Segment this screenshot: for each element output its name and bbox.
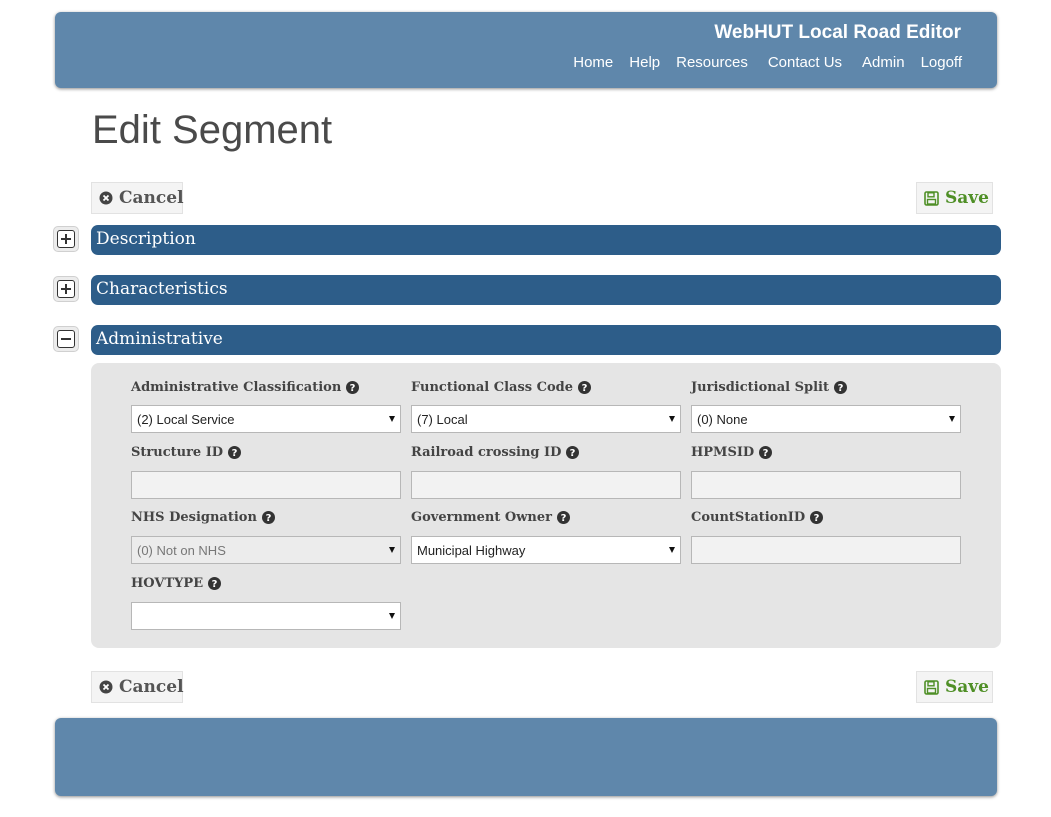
nav-admin[interactable]: Admin: [862, 54, 905, 71]
railroad-crossing-id-input[interactable]: [411, 471, 681, 499]
section-characteristics-header[interactable]: Characteristics: [91, 275, 1001, 305]
chevron-down-icon: [669, 547, 675, 553]
nhs-designation-select: (0) Not on NHS: [131, 536, 401, 564]
government-owner-label-text: Government Owner: [411, 510, 552, 525]
jurisdictional-split-label-text: Jurisdictional Split: [691, 380, 829, 395]
cancel-button-top[interactable]: Cancel: [91, 182, 184, 214]
structure-id-label: Structure ID ?: [131, 445, 242, 460]
main-nav: Home Help Resources Contact Us Admin Log…: [573, 54, 962, 71]
question-icon[interactable]: ?: [810, 511, 824, 524]
government-owner-value: Municipal Highway: [417, 542, 526, 558]
hpmsid-label: HPMSID ?: [691, 445, 773, 460]
cancel-button-bottom[interactable]: Cancel: [91, 671, 184, 703]
count-station-id-label-text: CountStationID: [691, 510, 806, 525]
jurisdictional-split-select[interactable]: (0) None: [691, 405, 961, 433]
question-icon[interactable]: ?: [566, 446, 580, 459]
jurisdictional-split-label: Jurisdictional Split ?: [691, 380, 847, 395]
save-button-top[interactable]: Save: [916, 182, 993, 214]
svg-text:?: ?: [561, 513, 567, 524]
cancel-label: Cancel: [119, 677, 184, 697]
nav-home[interactable]: Home: [573, 54, 613, 71]
expand-characteristics-toggle[interactable]: [53, 276, 79, 302]
cancel-icon: [99, 191, 113, 205]
admin-classification-value: (2) Local Service: [137, 411, 235, 427]
collapse-administrative-toggle[interactable]: [53, 326, 79, 352]
minus-icon: [57, 330, 75, 348]
hovtype-label-text: HOVTYPE: [131, 576, 204, 591]
government-owner-label: Government Owner ?: [411, 510, 570, 525]
nav-help[interactable]: Help: [629, 54, 660, 71]
functional-class-label: Functional Class Code ?: [411, 380, 592, 395]
functional-class-label-text: Functional Class Code: [411, 380, 574, 395]
chevron-down-icon: [389, 547, 395, 553]
save-label: Save: [945, 677, 989, 697]
nhs-designation-label: NHS Designation ?: [131, 510, 275, 525]
section-description-header[interactable]: Description: [91, 225, 1001, 255]
page-title: Edit Segment: [92, 108, 333, 152]
nav-resources[interactable]: Resources: [676, 54, 748, 71]
jurisdictional-split-value: (0) None: [697, 411, 748, 427]
functional-class-select[interactable]: (7) Local: [411, 405, 681, 433]
site-footer: [55, 718, 997, 796]
government-owner-select[interactable]: Municipal Highway: [411, 536, 681, 564]
chevron-down-icon: [669, 416, 675, 422]
save-label: Save: [945, 188, 989, 208]
question-icon[interactable]: ?: [759, 446, 773, 459]
plus-icon: [57, 280, 75, 298]
plus-icon: [57, 230, 75, 248]
nhs-designation-value: (0) Not on NHS: [137, 542, 226, 558]
svg-text:?: ?: [350, 383, 356, 394]
railroad-crossing-id-label: Railroad crossing ID ?: [411, 445, 580, 460]
svg-text:?: ?: [582, 383, 588, 394]
svg-text:?: ?: [838, 383, 844, 394]
structure-id-input[interactable]: [131, 471, 401, 499]
functional-class-value: (7) Local: [417, 411, 468, 427]
site-brand: WebHUT Local Road Editor: [714, 22, 961, 43]
nhs-designation-label-text: NHS Designation: [131, 510, 257, 525]
chevron-down-icon: [949, 416, 955, 422]
administrative-panel: Administrative Classification ? (2) Loca…: [91, 363, 1001, 648]
question-icon[interactable]: ?: [578, 381, 592, 394]
expand-description-toggle[interactable]: [53, 226, 79, 252]
question-icon[interactable]: ?: [557, 511, 570, 524]
section-administrative-header[interactable]: Administrative: [91, 325, 1001, 355]
save-button-bottom[interactable]: Save: [916, 671, 993, 703]
count-station-id-label: CountStationID ?: [691, 510, 824, 525]
chevron-down-icon: [389, 416, 395, 422]
structure-id-label-text: Structure ID: [131, 445, 224, 460]
admin-classification-label-text: Administrative Classification: [131, 380, 342, 395]
floppy-disk-icon: [924, 190, 939, 206]
svg-text:?: ?: [266, 513, 272, 524]
svg-text:?: ?: [570, 448, 576, 459]
site-header: WebHUT Local Road Editor Home Help Resou…: [55, 12, 997, 88]
svg-text:?: ?: [232, 448, 238, 459]
admin-classification-select[interactable]: (2) Local Service: [131, 405, 401, 433]
question-icon[interactable]: ?: [208, 577, 222, 590]
hpmsid-input[interactable]: [691, 471, 961, 499]
hovtype-label: HOVTYPE ?: [131, 576, 222, 591]
nav-contact-us[interactable]: Contact Us: [768, 54, 842, 71]
svg-text:?: ?: [814, 513, 820, 524]
cancel-label: Cancel: [119, 188, 184, 208]
question-icon[interactable]: ?: [346, 381, 360, 394]
nav-logoff[interactable]: Logoff: [921, 54, 962, 71]
chevron-down-icon: [389, 613, 395, 619]
hpmsid-label-text: HPMSID: [691, 445, 755, 460]
hovtype-select[interactable]: [131, 602, 401, 630]
question-icon[interactable]: ?: [261, 511, 275, 524]
count-station-id-input[interactable]: [691, 536, 961, 564]
svg-text:?: ?: [212, 579, 218, 590]
question-icon[interactable]: ?: [228, 446, 242, 459]
svg-text:?: ?: [763, 448, 769, 459]
question-icon[interactable]: ?: [833, 381, 847, 394]
cancel-icon: [99, 680, 113, 694]
railroad-crossing-id-label-text: Railroad crossing ID: [411, 445, 562, 460]
admin-classification-label: Administrative Classification ?: [131, 380, 360, 395]
floppy-disk-icon: [924, 679, 939, 695]
